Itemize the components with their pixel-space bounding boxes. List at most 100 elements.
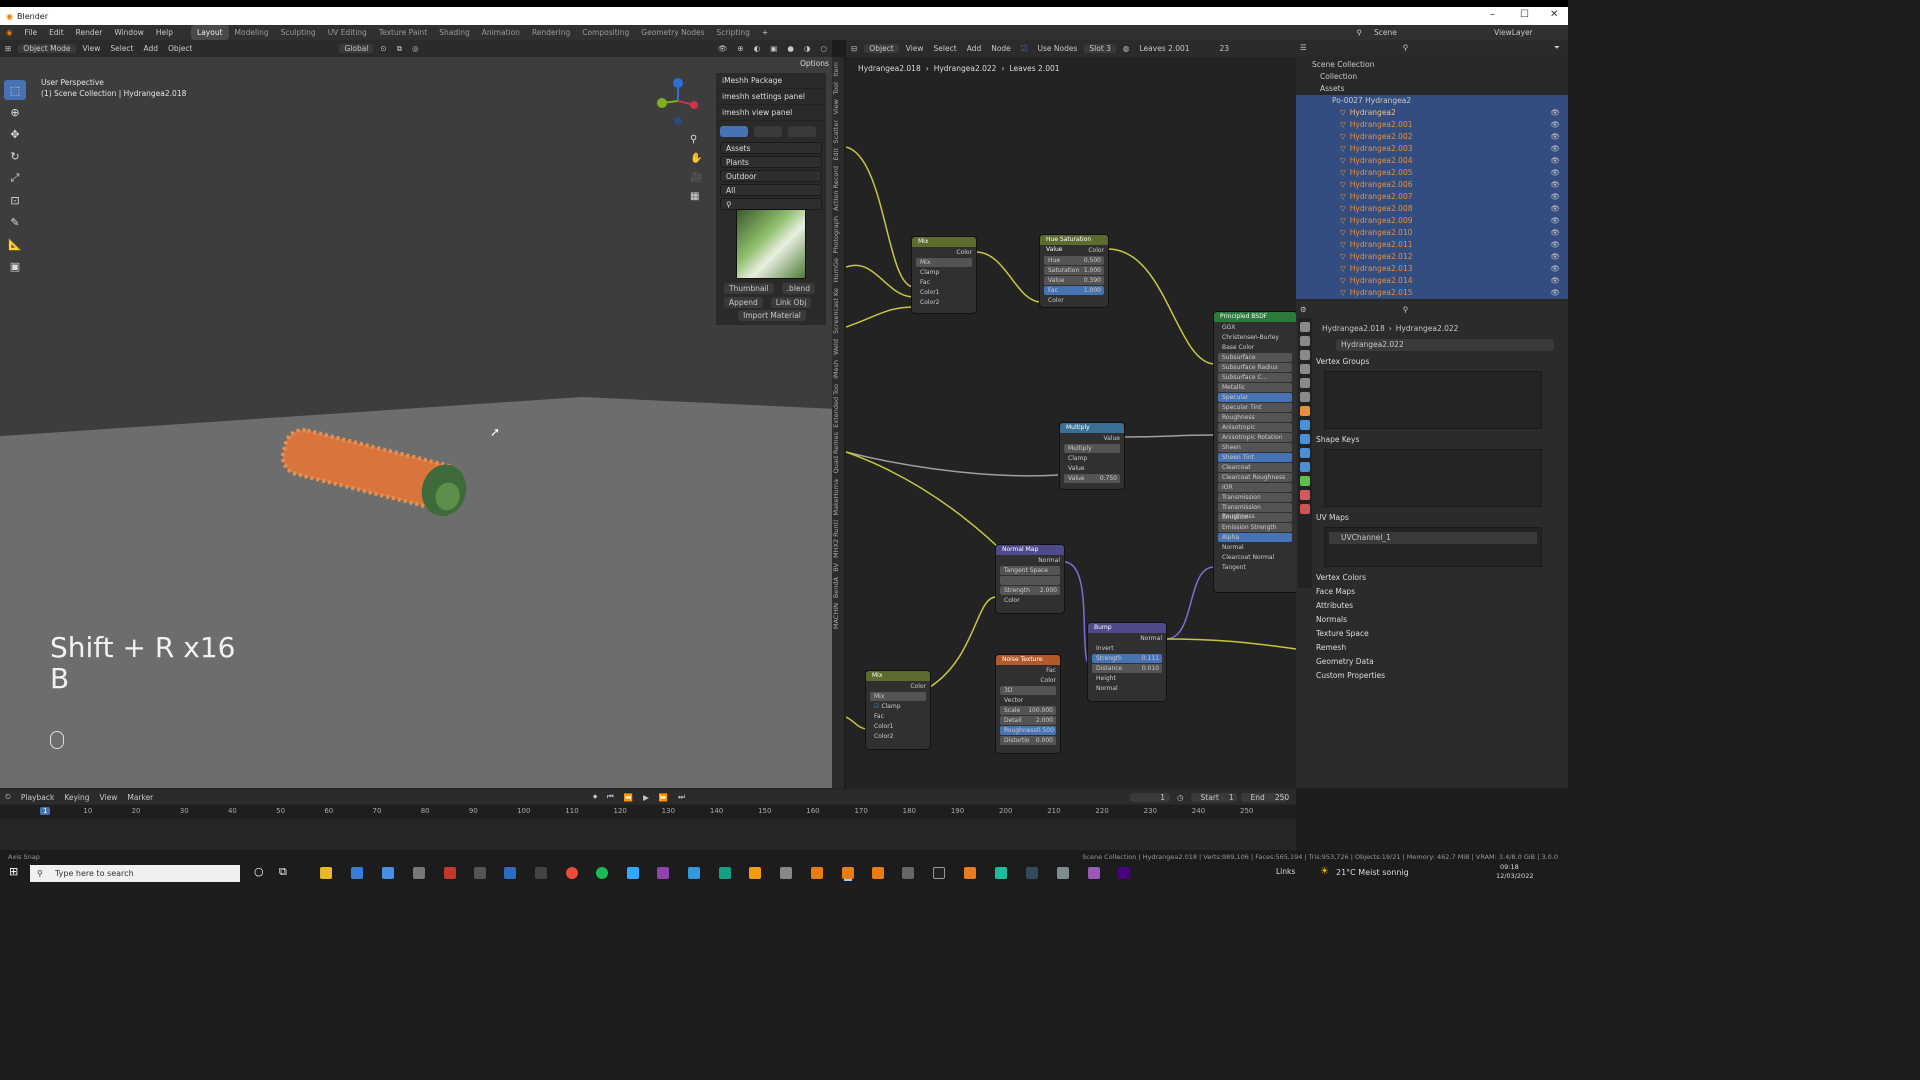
clock-date[interactable]: 12/03/2022 (1496, 872, 1533, 880)
add-workspace-icon[interactable]: + (756, 25, 774, 40)
menu-window[interactable]: Window (108, 25, 150, 40)
bsdf-input-row[interactable]: Sheen Tint (1218, 453, 1292, 462)
multiply-mode[interactable]: Multiply (1064, 444, 1120, 453)
viewport-menu-select[interactable]: Select (105, 44, 138, 53)
jump-end-icon[interactable]: ⏭ (673, 792, 690, 802)
sidebar-tab[interactable]: Weld (832, 339, 840, 355)
hsv-saturation-field[interactable]: Saturation 1.000 (1044, 266, 1104, 275)
app-icon[interactable] (780, 867, 792, 879)
node-menu-view[interactable]: View (901, 44, 929, 53)
append-button[interactable]: Append (724, 297, 763, 308)
model-tab-icon[interactable] (720, 126, 748, 137)
tab-sculpting[interactable]: Sculpting (275, 25, 322, 40)
shading-material-icon[interactable]: ◑ (799, 44, 816, 53)
store-icon[interactable] (382, 867, 394, 879)
tab-animation[interactable]: Animation (476, 25, 526, 40)
mix-node-1-clamp[interactable]: Clamp (916, 268, 972, 277)
visibility-eye-icon[interactable]: 👁 (1550, 263, 1560, 275)
mix-node-1[interactable]: Mix Color Mix Clamp Fac Color1 Color2 (912, 237, 976, 313)
bsdf-input-row[interactable]: Metallic (1218, 383, 1292, 392)
bsdf-input-row[interactable]: Christensen-Burley (1218, 333, 1292, 342)
bsdf-input-row[interactable]: Transmission (1218, 493, 1292, 502)
app-icon[interactable] (688, 867, 700, 879)
mix-node-2-mode[interactable]: Mix (870, 692, 926, 701)
app-icon[interactable] (413, 867, 425, 879)
mode-dropdown[interactable]: Object Mode (18, 44, 76, 53)
hsv-fac-field[interactable]: Fac 1.000 (1044, 286, 1104, 295)
bsdf-input-row[interactable]: Transmission Roughness (1218, 503, 1292, 520)
overlay-icon[interactable]: ◐ (749, 44, 766, 53)
uv-channel-item[interactable]: UVChannel_1 (1329, 532, 1537, 544)
photoshop-icon[interactable] (627, 867, 639, 879)
sidebar-tab[interactable]: Screencast Ke (832, 288, 840, 334)
visibility-eye-icon[interactable]: 👁 (1550, 287, 1560, 299)
noise-dimension[interactable]: 3D (1000, 686, 1056, 695)
outliner-item[interactable]: ▽ Hydrangea2.001 👁 (1296, 119, 1568, 131)
pivot-icon[interactable]: ⊙ (375, 44, 391, 53)
sidebar-tab[interactable]: Quad Remes (832, 432, 840, 473)
visibility-eye-icon[interactable]: 👁 (1550, 227, 1560, 239)
mix-node-2[interactable]: Mix Color Mix ☑ Clamp Fac Color1 Color2 (866, 671, 930, 749)
sidebar-tab[interactable]: Item (832, 62, 840, 77)
visibility-eye-icon[interactable]: 👁 (1550, 203, 1560, 215)
bump-node[interactable]: Bump Normal Invert Strength 0.111 Distanc… (1088, 623, 1166, 701)
viewlayer-selector[interactable]: ViewLayer (1488, 25, 1568, 40)
mix-node-2-clamp[interactable]: ☑ Clamp (870, 702, 926, 711)
shape-keys-list[interactable] (1324, 449, 1542, 507)
visibility-eye-icon[interactable]: 👁 (1550, 191, 1560, 203)
clock-time[interactable]: 09:18 (1500, 863, 1519, 871)
bsdf-input-row[interactable]: Subsurface Radius (1218, 363, 1292, 372)
bsdf-input-row[interactable]: Subsurface (1218, 353, 1292, 362)
scale-icon[interactable]: ⤢ (4, 168, 26, 188)
node-menu-add[interactable]: Add (962, 44, 987, 53)
menu-render[interactable]: Render (70, 25, 109, 40)
breadcrumb-object[interactable]: Hydrangea2.018 (858, 64, 921, 73)
visibility-eye-icon[interactable]: 👁 (1550, 107, 1560, 119)
principled-bsdf-node[interactable]: Principled BSDF GGX Christensen-Burley Bas… (1214, 312, 1296, 592)
app-icon[interactable] (1088, 867, 1100, 879)
menu-edit[interactable]: Edit (43, 25, 70, 40)
spotify-icon[interactable] (596, 867, 608, 879)
node-menu-node[interactable]: Node (986, 44, 1016, 53)
select-box-icon[interactable]: ⬚ (4, 80, 26, 100)
editor-type-icon[interactable]: ⊞ (0, 44, 16, 53)
tab-rendering[interactable]: Rendering (526, 25, 576, 40)
props-breadcrumb-object[interactable]: Hydrangea2.018 (1322, 324, 1385, 333)
grid-icon[interactable]: ▦ (690, 187, 702, 206)
close-icon[interactable]: ✕ (1550, 9, 1558, 20)
visibility-eye-icon[interactable]: 👁 (1550, 215, 1560, 227)
task-view-icon[interactable]: ⧉ (279, 865, 287, 879)
link-obj-button[interactable]: Link Obj (770, 297, 812, 308)
sidebar-tab[interactable]: iMesh (832, 360, 840, 379)
timeline-type-icon[interactable]: ⏲ (0, 792, 16, 802)
multiply-clamp[interactable]: Clamp (1064, 454, 1120, 463)
material-tab-icon[interactable] (754, 126, 782, 137)
tab-shading[interactable]: Shading (433, 25, 475, 40)
material-tab-icon[interactable] (1300, 490, 1310, 500)
sidebar-tab[interactable]: Edit (832, 148, 840, 161)
app-icon[interactable] (749, 867, 761, 879)
sidebar-tab[interactable]: Extended Too (832, 384, 840, 428)
noise-distortion-field[interactable]: Distortio 0.000 (1000, 736, 1056, 745)
tab-texture-paint[interactable]: Texture Paint (373, 25, 433, 40)
mesh-name-field[interactable]: Hydrangea2.022 (1336, 339, 1554, 351)
navigation-gizmo[interactable] (652, 75, 704, 127)
imesh-settings-panel[interactable]: imeshh settings panel (716, 89, 826, 105)
outliner-item[interactable]: ▽ Hydrangea2.004 👁 (1296, 155, 1568, 167)
properties-section[interactable]: Normals (1296, 613, 1568, 627)
bsdf-input-row[interactable]: Clearcoat Roughness (1218, 473, 1292, 482)
app-icon[interactable] (504, 867, 516, 879)
node-menu-select[interactable]: Select (929, 44, 962, 53)
bsdf-input-row[interactable]: IOR (1218, 483, 1292, 492)
tab-compositing[interactable]: Compositing (576, 25, 635, 40)
scene-tab-icon[interactable] (1300, 378, 1310, 388)
rotate-icon[interactable]: ↻ (4, 146, 26, 166)
transform-icon[interactable]: ⊡ (4, 190, 26, 210)
app-icon[interactable] (444, 867, 456, 879)
filter-select[interactable]: All (720, 184, 822, 196)
visibility-eye-icon[interactable]: 👁 (1550, 155, 1560, 167)
weather-text[interactable]: 21°C Meist sonnig (1336, 868, 1409, 877)
object-tab-icon[interactable] (1300, 406, 1310, 416)
sidebar-tab[interactable]: MACHIN (832, 603, 840, 629)
use-nodes-checkbox[interactable]: ☑ (1016, 44, 1033, 53)
